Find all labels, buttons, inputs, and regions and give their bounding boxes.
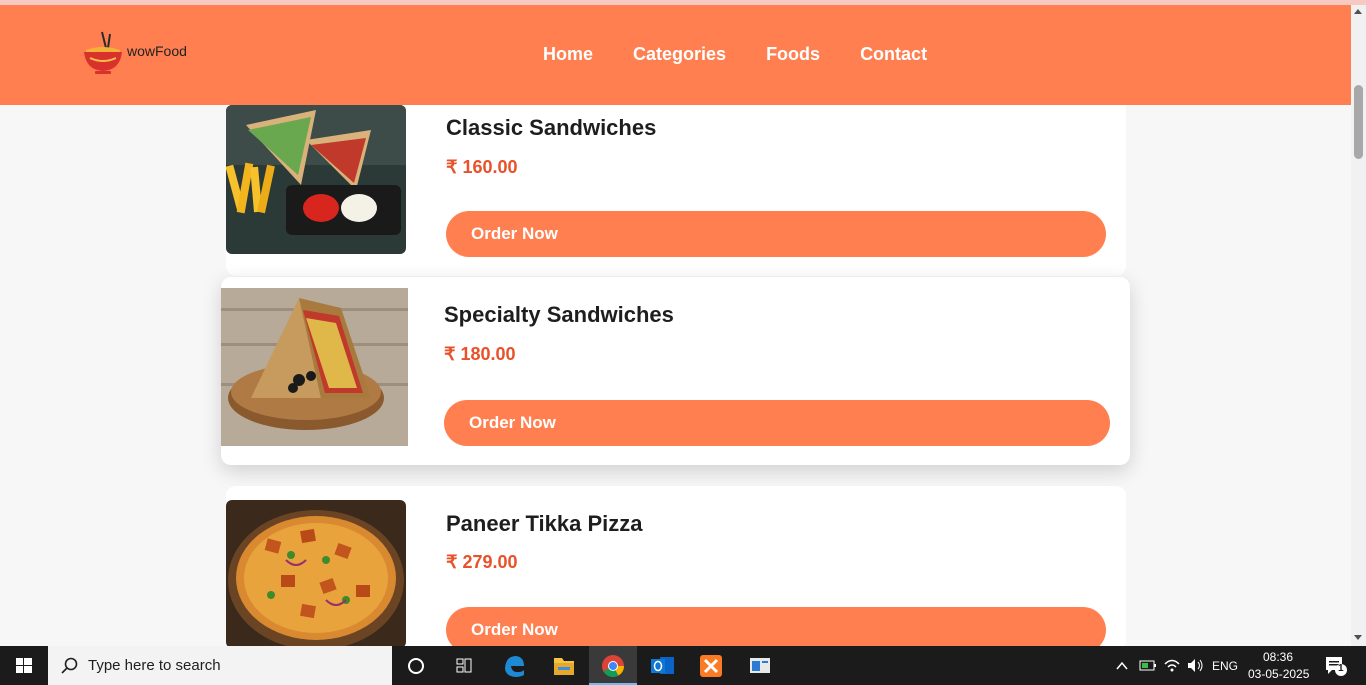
xampp-icon[interactable]: [687, 646, 735, 685]
notification-center-icon[interactable]: 1: [1318, 646, 1366, 685]
volume-icon[interactable]: [1183, 646, 1207, 685]
food-card-paneer-tikka-pizza: Paneer Tikka Pizza ₹ 279.00 Order Now: [226, 486, 1126, 653]
main-nav: Home Categories Foods Contact: [543, 44, 927, 65]
windows-taskbar: Type here to search ENG 08:36 03-05-2025…: [0, 646, 1366, 685]
wifi-icon[interactable]: [1160, 646, 1184, 685]
show-hidden-icons-chevron-icon[interactable]: [1110, 646, 1134, 685]
food-price: ₹ 160.00: [446, 157, 518, 177]
scroll-down-arrow-icon[interactable]: [1354, 635, 1362, 640]
food-title: Paneer Tikka Pizza: [446, 511, 643, 536]
outlook-icon[interactable]: [638, 646, 686, 685]
brand-name: wowFood: [127, 43, 187, 59]
nav-contact[interactable]: Contact: [860, 44, 927, 65]
edge-icon[interactable]: [490, 646, 538, 685]
nav-categories[interactable]: Categories: [633, 44, 726, 65]
app-window-icon[interactable]: [736, 646, 784, 685]
nav-foods[interactable]: Foods: [766, 44, 820, 65]
food-title: Classic Sandwiches: [446, 115, 657, 140]
order-now-button[interactable]: Order Now: [444, 400, 1110, 446]
food-price: ₹ 180.00: [444, 344, 516, 364]
search-placeholder: Type here to search: [88, 657, 221, 674]
file-explorer-icon[interactable]: [540, 646, 588, 685]
language-indicator[interactable]: ENG: [1212, 659, 1238, 673]
paneer-pizza-image: [226, 500, 406, 648]
clock-date[interactable]: 03-05-2025: [1248, 667, 1309, 681]
club-sandwich-image: [226, 105, 406, 254]
food-price: ₹ 279.00: [446, 552, 518, 572]
nav-home[interactable]: Home: [543, 44, 593, 65]
notification-count: 1: [1338, 663, 1344, 674]
clock-time[interactable]: 08:36: [1263, 650, 1293, 664]
site-logo[interactable]: wowFood: [80, 30, 200, 75]
task-view-icon[interactable]: [440, 646, 488, 685]
taskbar-search[interactable]: Type here to search: [48, 646, 392, 685]
order-now-button[interactable]: Order Now: [446, 211, 1106, 257]
battery-icon[interactable]: [1136, 646, 1160, 685]
scroll-up-arrow-icon[interactable]: [1354, 9, 1362, 14]
site-header: wowFood Home Categories Foods Contact: [0, 5, 1351, 105]
start-button[interactable]: [0, 646, 48, 685]
page-scrollbar[interactable]: [1351, 5, 1366, 646]
scroll-thumb[interactable]: [1354, 85, 1363, 159]
search-icon: [61, 657, 78, 674]
bowl-logo-icon: [84, 31, 122, 74]
triangle-sandwich-image: [221, 288, 408, 446]
windows-logo-icon: [16, 658, 32, 673]
food-card-classic-sandwiches: Classic Sandwiches ₹ 160.00 Order Now: [226, 90, 1126, 276]
food-card-specialty-sandwiches: Specialty Sandwiches ₹ 180.00 Order Now: [221, 277, 1130, 465]
cortana-icon[interactable]: [392, 646, 440, 685]
chrome-icon[interactable]: [589, 646, 637, 685]
food-title: Specialty Sandwiches: [444, 302, 674, 327]
